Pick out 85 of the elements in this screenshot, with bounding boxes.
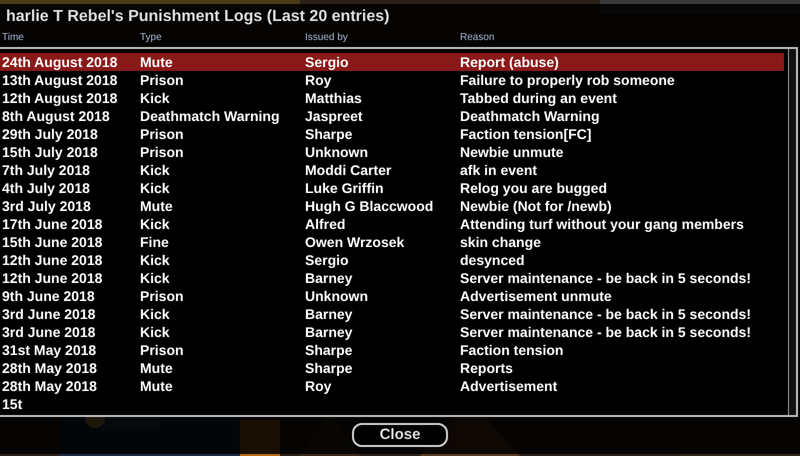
table-cell-text: Faction tension <box>460 341 564 359</box>
table-cell-text: 31st May 2018 <box>1 341 98 359</box>
table-cell-text: Reports <box>460 359 514 377</box>
table-cell-text: afk in event <box>460 161 538 179</box>
table-cell-text: 12th August 2018 <box>1 89 118 107</box>
table-cell-text: Relog you are bugged <box>460 179 608 197</box>
table-cell-text: Sergio <box>305 53 350 71</box>
table-cell-text: Unknown <box>305 287 369 305</box>
column-header: Reason <box>460 31 496 45</box>
column-header: Type <box>140 31 163 45</box>
table-cell-text: Prison <box>140 287 185 305</box>
table-cell-text: Prison <box>140 125 185 143</box>
table-cell-text: Server maintenance - be back in 5 seconds! <box>460 323 752 341</box>
table-cell-text: skin change <box>460 233 542 251</box>
table-cell-text: Barney <box>305 269 354 287</box>
table-cell-text: 4th July 2018 <box>1 179 91 197</box>
table-cell-text: Advertisement <box>460 377 558 395</box>
table-cell-text: Prison <box>140 341 185 359</box>
table-cell-text: Barney <box>305 323 354 341</box>
table-cell-text: Matthias <box>305 89 363 107</box>
table-cell-text: 7th July 2018 <box>1 161 91 179</box>
table-cell-text: Roy <box>305 377 332 395</box>
table-cell-text: Owen Wrzosek <box>305 233 406 251</box>
table-cell-text: 3rd June 2018 <box>1 305 96 323</box>
table-cell-text: 15t <box>1 395 24 413</box>
table-cell-text: Kick <box>140 323 171 341</box>
table-cell-text: Tabbed during an event <box>460 89 618 107</box>
table-cell-text: Deathmatch Warning <box>140 107 280 125</box>
table-cell-text: Kick <box>140 215 171 233</box>
table-cell-text: Newbie (Not for /newb) <box>460 197 613 215</box>
table-cell-text: Luke Griffin <box>305 179 385 197</box>
table-cell-text: 3rd July 2018 <box>1 197 92 215</box>
table-cell-text: Deathmatch Warning <box>460 107 600 125</box>
table-cell-text: 8th August 2018 <box>1 107 111 125</box>
table-cell-text: Alfred <box>305 215 346 233</box>
table-cell-text: 15th July 2018 <box>1 143 99 161</box>
table-cell-text: 17th June 2018 <box>1 215 104 233</box>
table-cell-text: desynced <box>460 251 526 269</box>
table-cell-text: Moddi Carter <box>305 161 392 179</box>
table-cell-text: Mute <box>140 359 174 377</box>
table-cell-text: 12th June 2018 <box>1 251 104 269</box>
table-cell-text: Kick <box>140 251 171 269</box>
table-cell-text: Server maintenance - be back in 5 seconds! <box>460 305 752 323</box>
table-cell-text: Jaspreet <box>305 107 364 125</box>
table-cell-text: Mute <box>140 197 174 215</box>
table-cell-text: Kick <box>140 161 171 179</box>
table-cell-text: 28th May 2018 <box>1 377 98 395</box>
column-header: Issued by <box>305 31 349 45</box>
table-cell-text: 9th June 2018 <box>1 287 96 305</box>
table-cell-text: 28th May 2018 <box>1 359 98 377</box>
table-cell-text: Attending turf without your gang members <box>460 215 745 233</box>
table-cell-text: Advertisement unmute <box>460 287 613 305</box>
table-cell-text: 13th August 2018 <box>1 71 118 89</box>
table-cell-text: Server maintenance - be back in 5 seconds! <box>460 269 752 287</box>
table-cell-text: Roy <box>305 71 332 89</box>
table-cell-text: Unknown <box>305 143 369 161</box>
dialog-title: harlie T Rebel's Punishment Logs (Last 20 entries) <box>6 7 390 27</box>
table-cell-text: 24th August 2018 <box>1 53 118 71</box>
table-cell-text: 15th June 2018 <box>1 233 104 251</box>
table-cell-text: Prison <box>140 71 185 89</box>
table-cell-text: Mute <box>140 53 174 71</box>
table-cell-text: Kick <box>140 179 171 197</box>
table-cell-text: Hugh G Blaccwood <box>305 197 434 215</box>
table-cell-text: Newbie unmute <box>460 143 564 161</box>
table-cell-text: Sharpe <box>305 341 354 359</box>
table-cell-text: Barney <box>305 305 354 323</box>
table-cell-text: Sharpe <box>305 125 354 143</box>
table-cell-text: Kick <box>140 89 171 107</box>
scrollbar[interactable] <box>788 49 796 415</box>
table-cell-text: 29th July 2018 <box>1 125 99 143</box>
table-cell-text: Report (abuse) <box>460 53 560 71</box>
table-cell-text: Failure to properly rob someone <box>460 71 676 89</box>
table-cell-text: 12th June 2018 <box>1 269 104 287</box>
table-cell-text: Sharpe <box>305 359 354 377</box>
table-cell-text: Faction tension[FC] <box>460 125 592 143</box>
column-header: Time <box>1 31 25 45</box>
table-cell-text: Prison <box>140 143 185 161</box>
close-button[interactable]: Close <box>352 423 448 447</box>
table-cell-text: Fine <box>140 233 170 251</box>
table-cell-text: Kick <box>140 269 171 287</box>
table-cell-text: Sergio <box>305 251 350 269</box>
table-cell-text: 3rd June 2018 <box>1 323 96 341</box>
table-cell-text: Mute <box>140 377 174 395</box>
table-cell-text: Kick <box>140 305 171 323</box>
selected-row[interactable]: 24th August 2018 Mute Sergio Report (abuse) <box>0 53 784 71</box>
